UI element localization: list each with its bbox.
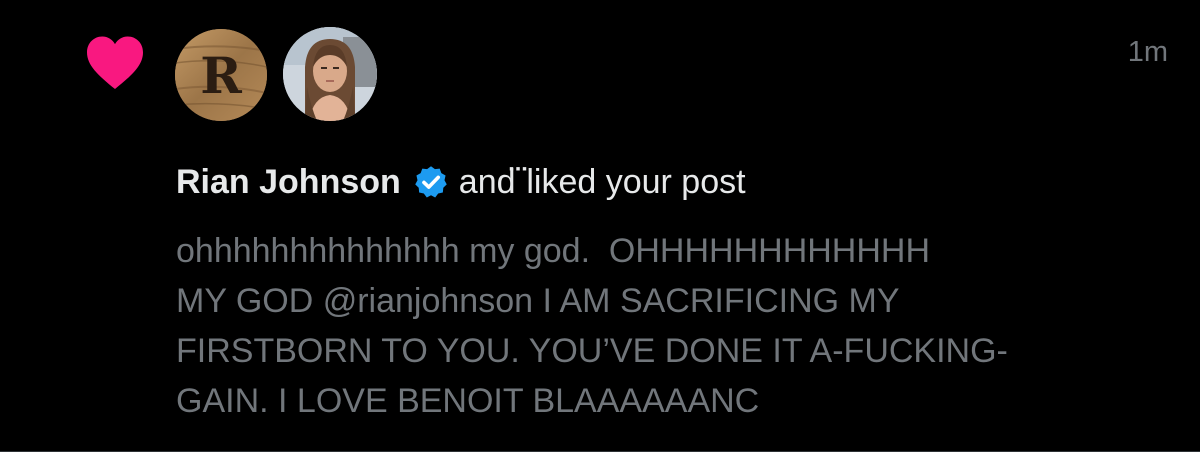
avatar-initial: R [200, 46, 242, 105]
avatar-rian-johnson[interactable]: R [175, 29, 267, 121]
avatar-user-photo[interactable] [283, 27, 377, 121]
post-line: MY GOD @rianjohnson I AM SACRIFICING MY [176, 282, 900, 320]
verified-badge-icon [415, 166, 447, 198]
timestamp: 1m [1127, 36, 1168, 68]
post-line: ohhhhhhhhhhhhhh my god. OHHHHHHHHHHHH [176, 232, 931, 270]
post-line: GAIN. I LOVE BENOIT BLAAAAAANC [176, 382, 760, 420]
liked-post-text[interactable]: ohhhhhhhhhhhhhh my god. OHHHHHHHHHHHH MY… [176, 226, 1176, 426]
action-text: and ⃛liked your post [458, 163, 746, 201]
notification-headline: Rian Johnson and ⃛liked your post [176, 160, 746, 204]
heart-icon [87, 36, 143, 89]
author-name[interactable]: Rian Johnson [176, 160, 401, 204]
like-notification[interactable]: R 1m Rian Johnson and ⃛liked your post o… [0, 0, 1200, 452]
post-line: FIRSTBORN TO YOU. YOU’VE DONE IT A-FUCKI… [176, 332, 1008, 370]
